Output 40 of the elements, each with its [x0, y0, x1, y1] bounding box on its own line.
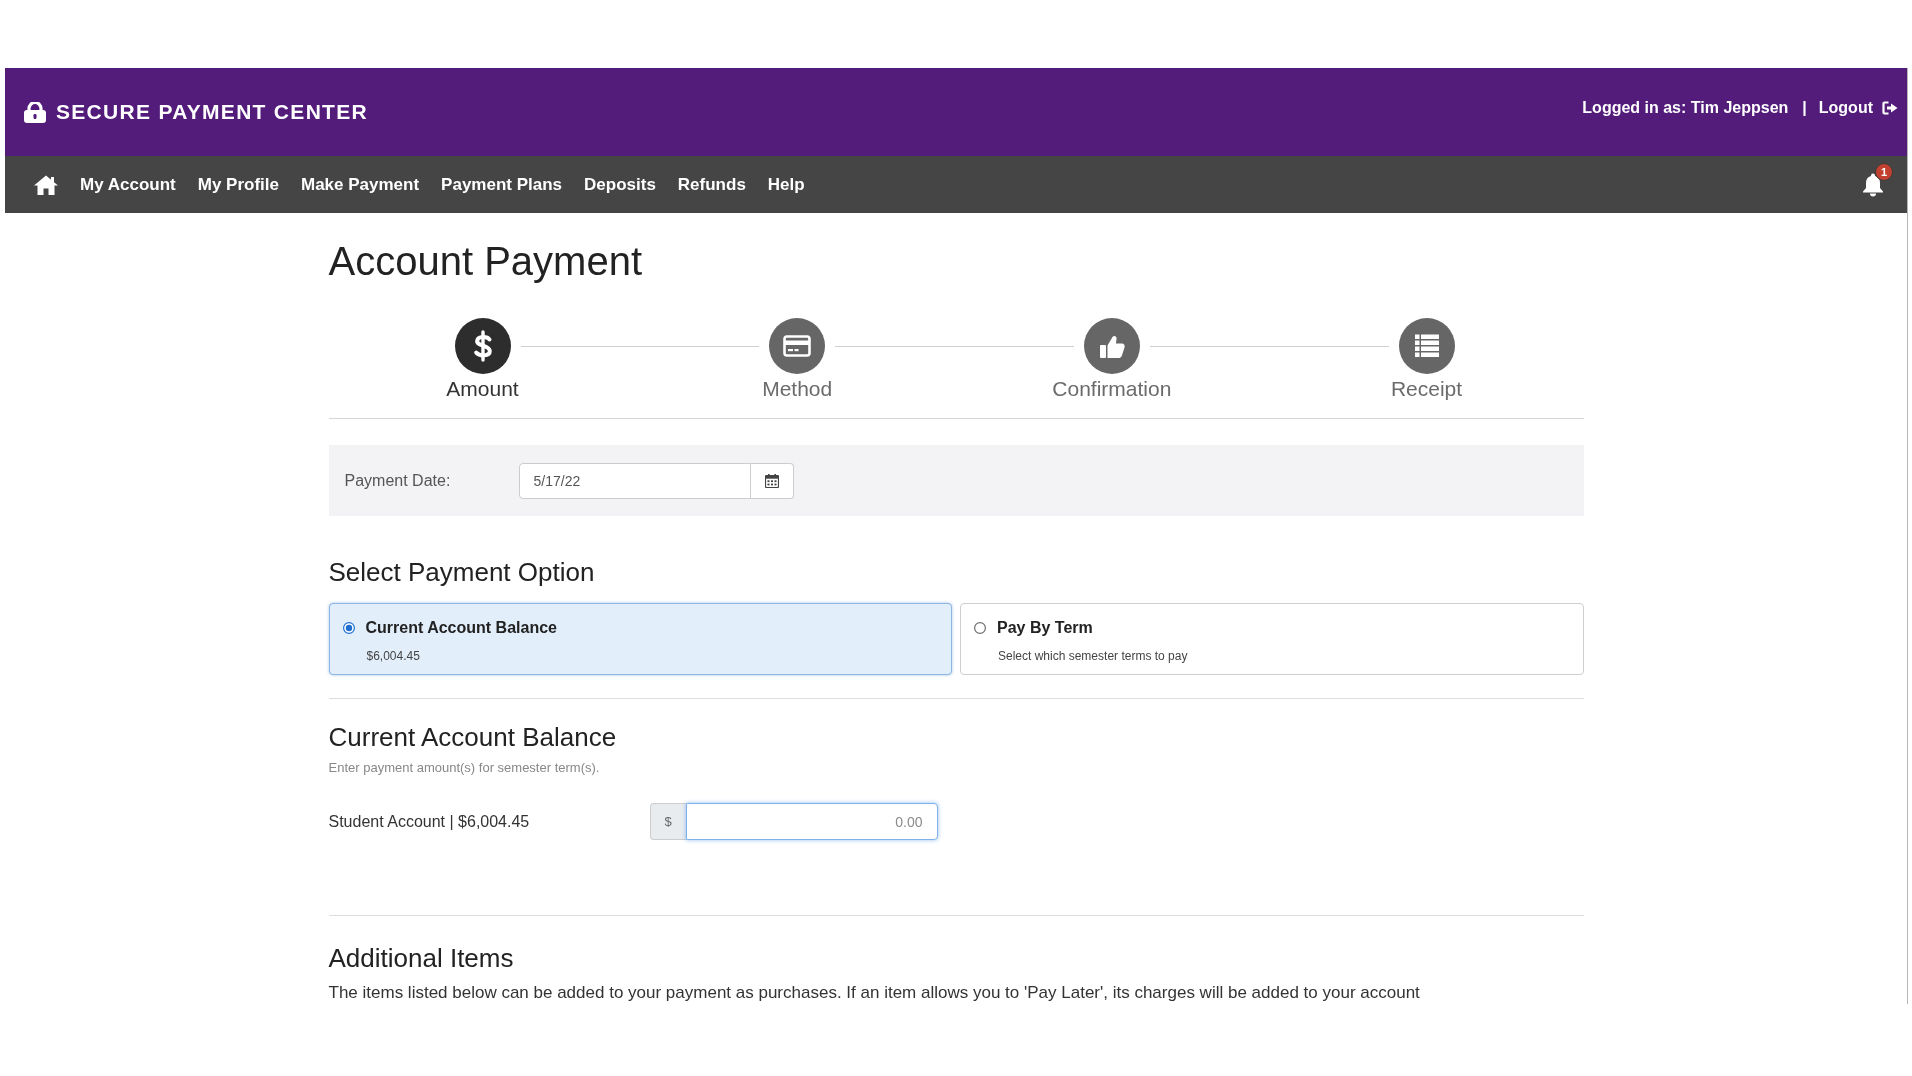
step-label: Amount	[446, 376, 519, 402]
account-label: Student Account | $6,004.45	[328, 812, 530, 830]
option-title: Pay By Term	[997, 618, 1093, 638]
home-icon[interactable]	[34, 174, 58, 195]
nav-link[interactable]: Payment Plans	[441, 171, 563, 198]
date-field[interactable]: 5/17/22	[518, 462, 751, 499]
nav-link[interactable]: Make Payment	[300, 171, 420, 198]
calendar-icon	[764, 473, 779, 488]
calendar-button[interactable]	[750, 462, 794, 499]
section-hint: Enter payment amount(s) for semester term(s).	[328, 759, 600, 777]
separator: |	[1802, 98, 1807, 118]
step-label: Method	[762, 376, 833, 402]
option-detail: $6,004.45	[366, 648, 420, 664]
date-label: Payment Date:	[344, 471, 451, 489]
nav-link[interactable]: Help	[767, 171, 805, 198]
section-heading: Current Account Balance	[328, 721, 617, 753]
nav-link[interactable]: Refunds	[677, 171, 746, 198]
brand-title: SECURE PAYMENT CENTER	[56, 99, 368, 126]
section-description: The items listed below can be added to your payment as purchases. If an item allows you to 'Pay Later', its charges will be added to your account	[328, 982, 1420, 1003]
radio-button[interactable]	[974, 622, 986, 634]
radio-button[interactable]	[342, 622, 355, 634]
section-heading: Additional Items	[328, 942, 514, 974]
page-title: Account Payment	[328, 238, 642, 285]
option-detail: Select which semester terms to pay	[998, 648, 1188, 664]
nav-link[interactable]: My Account	[80, 171, 176, 198]
amount-field[interactable]: 0.00	[685, 803, 938, 840]
nav-link[interactable]: Deposits	[584, 171, 656, 198]
logout-link[interactable]: Logout	[1818, 96, 1898, 120]
nav-link[interactable]: My Profile	[197, 171, 279, 198]
option-title: Current Account Balance	[365, 618, 557, 638]
user-label: Logged in as: Tim Jeppsen	[1582, 98, 1789, 118]
payment-option-card[interactable]: Pay By Term Select which semester terms to pay	[960, 603, 1584, 675]
section-heading: Select Payment Option	[328, 556, 595, 588]
currency-addon: $	[649, 803, 686, 840]
payment-option-card[interactable]: Current Account Balance $6,004.45	[328, 603, 952, 675]
lock-icon	[23, 101, 47, 123]
step-label: Confirmation	[1052, 376, 1172, 402]
logout-icon	[1882, 101, 1898, 115]
notification-badge: 1	[1875, 163, 1893, 181]
step-label: Receipt	[1390, 376, 1463, 402]
